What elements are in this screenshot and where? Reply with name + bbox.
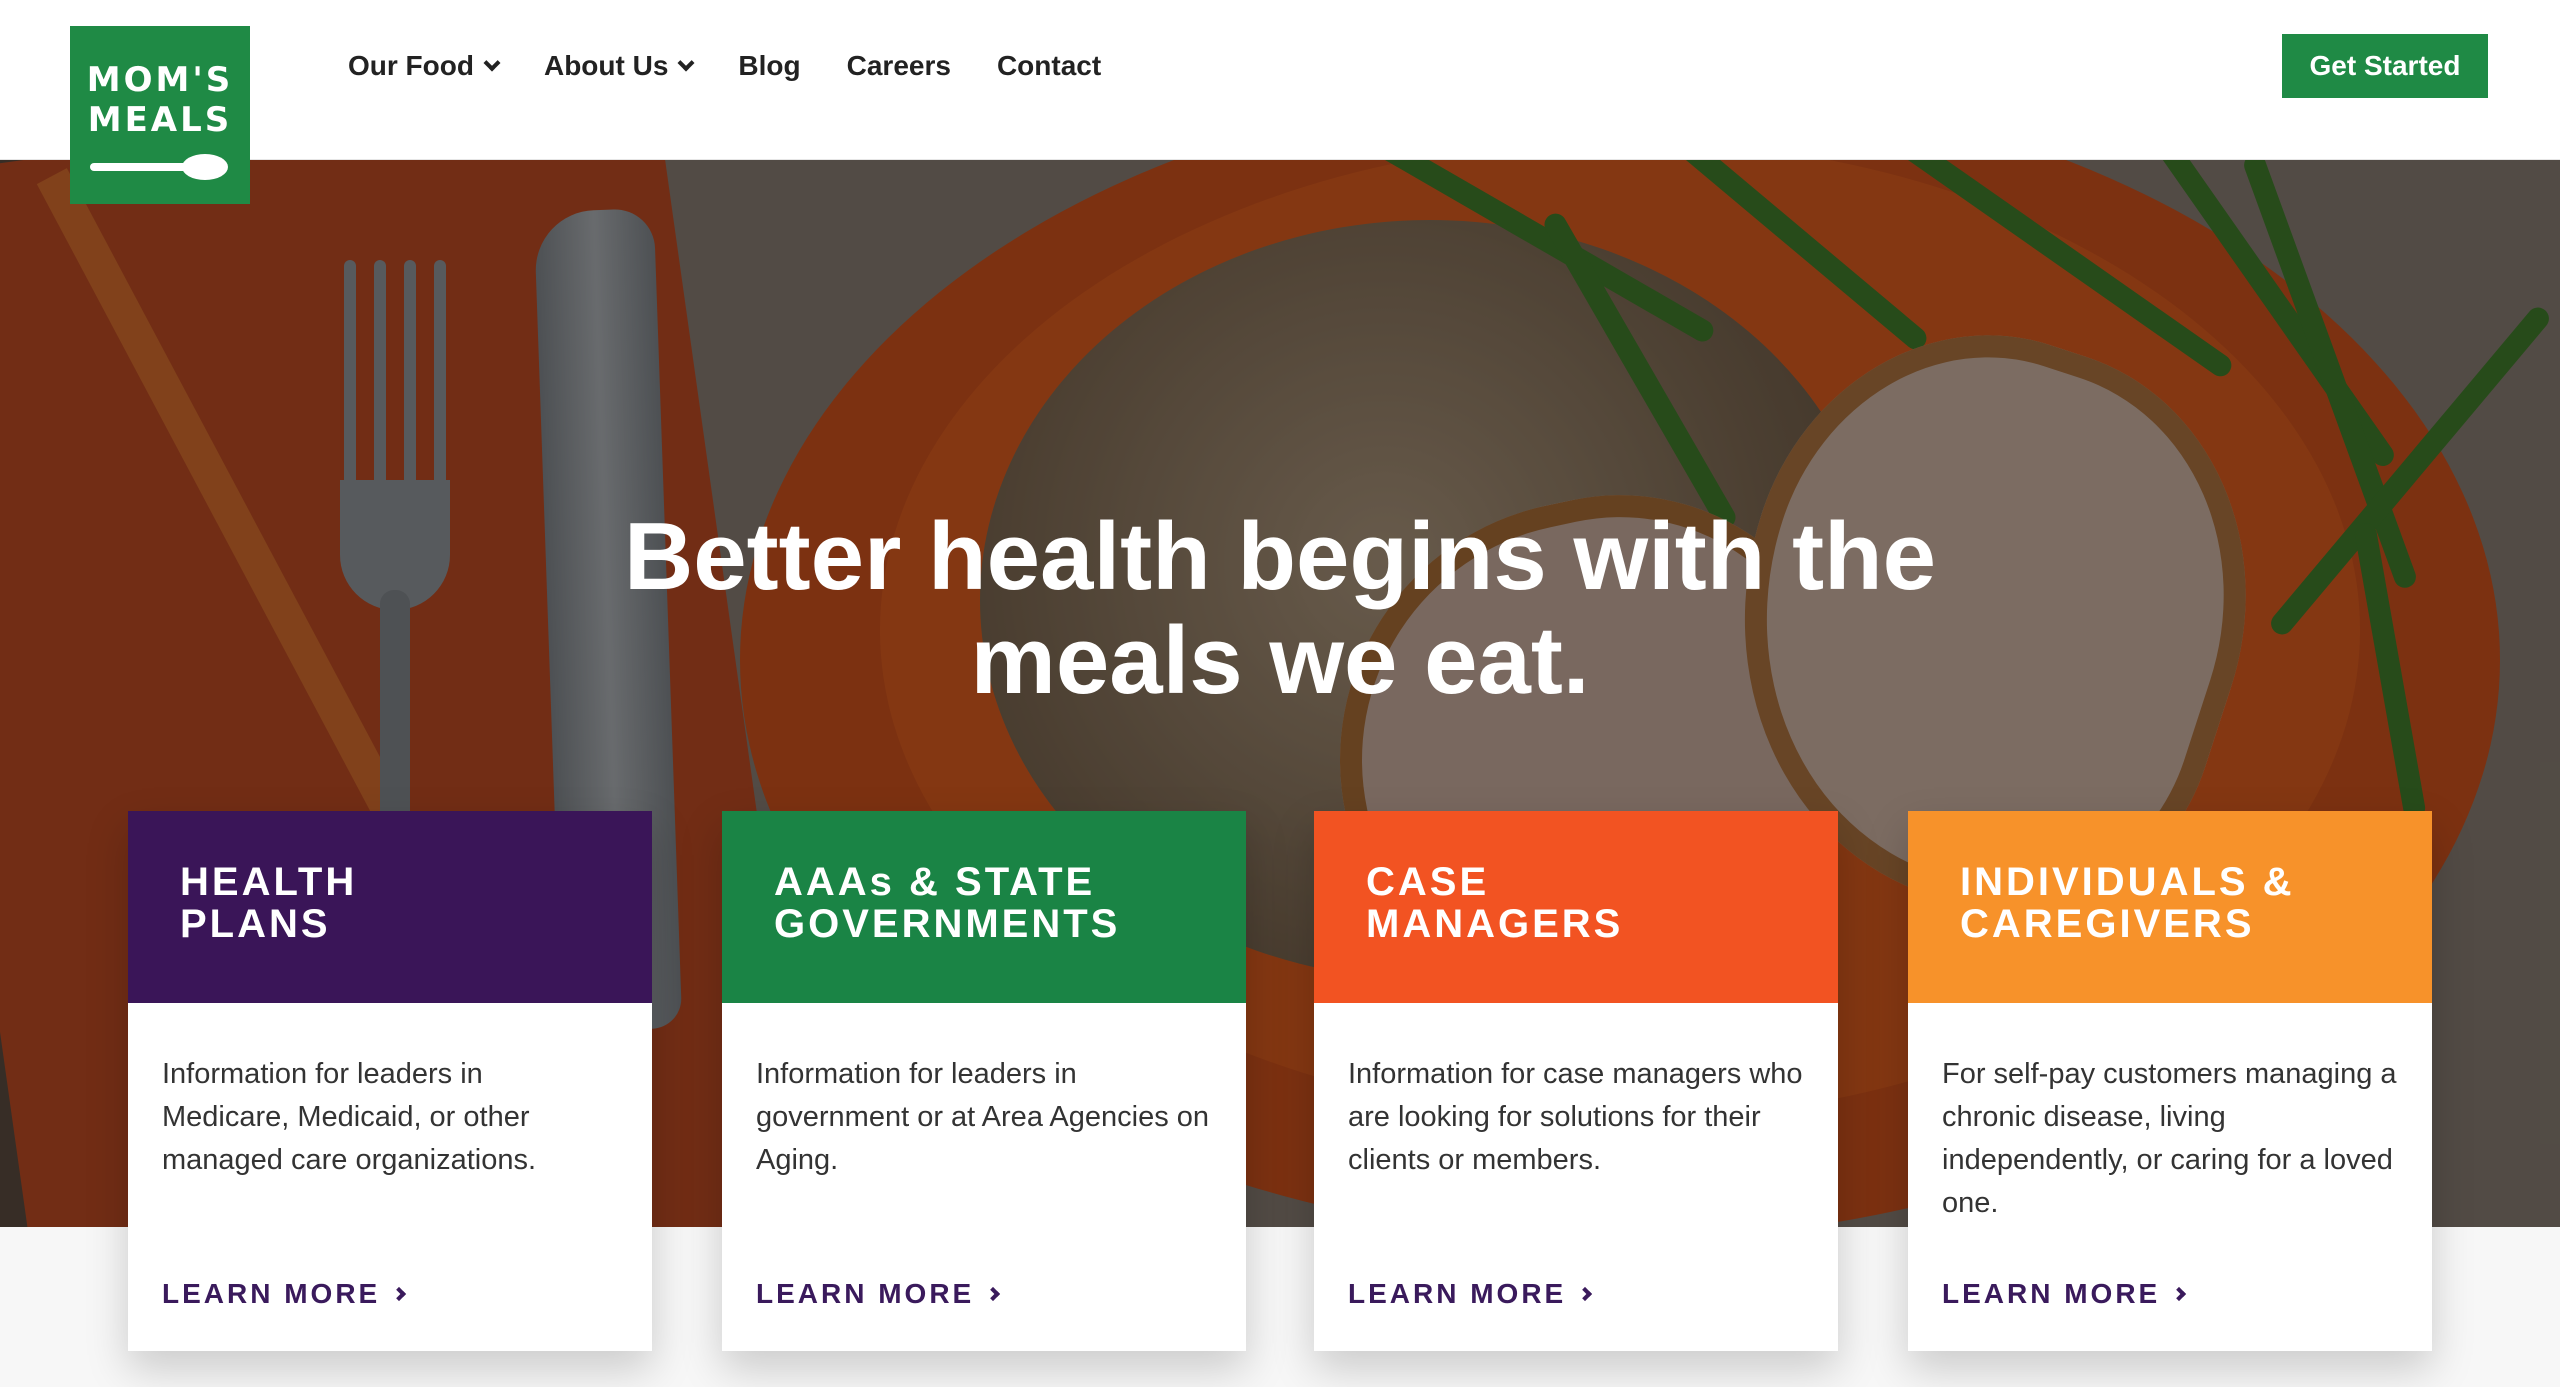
learn-more-label: LEARN MORE [756, 1278, 975, 1309]
card-description: Information for leaders in government or… [756, 1058, 1210, 1176]
learn-more-label: LEARN MORE [162, 1278, 381, 1309]
nav-blog-label: Blog [738, 50, 801, 81]
nav-contact[interactable]: Contact [997, 50, 1101, 82]
nav-about-us-label: About Us [543, 50, 669, 81]
hero-headline-line1: Better health begins with the [623, 503, 1937, 610]
learn-more-label: LEARN MORE [1348, 1278, 1567, 1309]
card-description: Information for leaders in Medicare, Med… [162, 1058, 537, 1176]
card-title-line1: AAAs & STATE [774, 860, 1096, 904]
chevron-right-icon [986, 1286, 1001, 1302]
card-header: AAAs & STATE GOVERNMENTS [722, 811, 1246, 1003]
get-started-label: Get Started [2309, 50, 2461, 81]
chevron-right-icon [2172, 1286, 2187, 1302]
card-title-line1: CASE [1366, 860, 1490, 904]
hero-headline: Better health begins with the meals we e… [0, 505, 2560, 713]
card-header: HEALTH PLANS [128, 811, 652, 1003]
learn-more-link[interactable]: LEARN MORE [1348, 1278, 1593, 1310]
spoon-icon [90, 152, 230, 182]
chevron-right-icon [1578, 1286, 1593, 1302]
nav-blog[interactable]: Blog [738, 50, 800, 82]
nav-our-food-label: Our Food [348, 50, 474, 81]
moms-meals-logo[interactable]: MOM'S MEALS [70, 26, 250, 204]
hero-headline-line2: meals we eat. [970, 607, 1590, 714]
card-title-line2: MANAGERS [1366, 902, 1624, 946]
nav-our-food[interactable]: Our Food [348, 50, 501, 82]
card-description: Information for case managers who are lo… [1348, 1058, 1803, 1176]
chevron-down-icon [677, 54, 695, 72]
learn-more-link[interactable]: LEARN MORE [756, 1278, 1001, 1310]
card-header: CASE MANAGERS [1314, 811, 1838, 1003]
card-title-line2: PLANS [180, 902, 331, 946]
card-description: For self-pay customers managing a chroni… [1942, 1058, 2397, 1219]
learn-more-label: LEARN MORE [1942, 1278, 2161, 1309]
learn-more-link[interactable]: LEARN MORE [1942, 1278, 2187, 1310]
site-header: Our Food About Us Blog Careers Contact G… [0, 0, 2560, 160]
card-title-line2: GOVERNMENTS [774, 902, 1121, 946]
learn-more-link[interactable]: LEARN MORE [162, 1278, 407, 1310]
card-title-line1: HEALTH [180, 860, 358, 904]
card-aaas-state-governments[interactable]: AAAs & STATE GOVERNMENTS Information for… [722, 811, 1246, 1351]
nav-about-us[interactable]: About Us [543, 50, 695, 82]
card-title-line1: INDIVIDUALS & [1960, 860, 2295, 904]
chevron-down-icon [483, 54, 501, 72]
nav-careers-label: Careers [846, 50, 951, 81]
nav-careers[interactable]: Careers [847, 50, 951, 82]
card-health-plans[interactable]: HEALTH PLANS Information for leaders in … [128, 811, 652, 1351]
card-header: INDIVIDUALS & CAREGIVERS [1908, 811, 2432, 1003]
nav-contact-label: Contact [996, 50, 1102, 81]
card-individuals-caregivers[interactable]: INDIVIDUALS & CAREGIVERS For self-pay cu… [1908, 811, 2432, 1351]
chevron-right-icon [392, 1286, 407, 1302]
card-title-line2: CAREGIVERS [1960, 902, 2255, 946]
card-case-managers[interactable]: CASE MANAGERS Information for case manag… [1314, 811, 1838, 1351]
logo-text-line2: MEALS [87, 100, 233, 140]
main-nav: Our Food About Us Blog Careers Contact [348, 50, 1101, 82]
logo-text-line1: MOM'S [86, 60, 234, 100]
get-started-button[interactable]: Get Started [2282, 34, 2488, 98]
